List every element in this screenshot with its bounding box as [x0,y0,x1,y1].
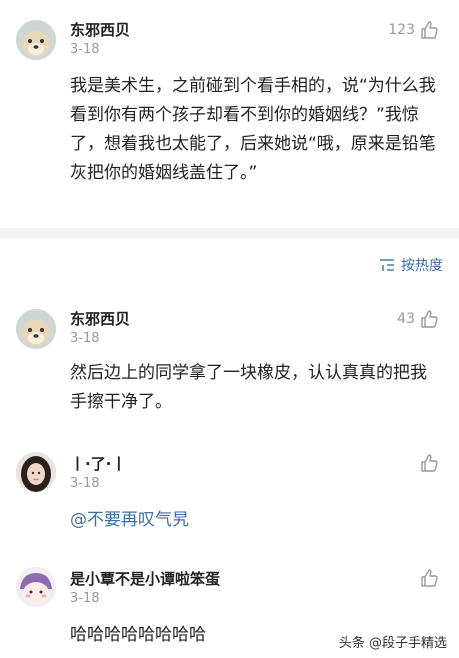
sort-by-hot-button[interactable]: 按热度 [379,255,443,275]
comment-date: 3-18 [70,591,100,606]
dog-avatar-icon [16,309,56,349]
thumbs-up-icon [421,569,438,587]
comment-date: 3-18 [70,42,100,57]
comment-date: 3-18 [70,331,100,346]
comment-main: 东邪西贝 3-18 123 我是美术生，之前碰到个看手相的，说“为什么我看到你有… [0,0,459,228]
like-count: 123 [388,22,415,38]
cartoon-avatar-icon [16,567,56,607]
avatar[interactable] [16,452,56,492]
username[interactable]: 东邪西贝 [70,19,130,40]
comment-text: 我是美术生，之前碰到个看手相的，说“为什么我看到你有两个孩子却看不到你的婚姻线？… [70,76,436,183]
sort-label: 按热度 [401,258,443,274]
like-count: 43 [397,311,415,327]
avatar[interactable] [16,309,56,349]
avatar[interactable] [16,20,56,60]
girl-avatar-icon [16,452,56,492]
comment-date: 3-18 [70,476,100,491]
reply-item: 丨·了·丨 3-18 @不要再叹气旯 [0,440,459,550]
like-button[interactable] [415,452,439,474]
mention-link[interactable]: @不要再叹气旯 [70,506,440,535]
reply-item: 东邪西贝 3-18 43 然后边上的同学拿了一块橡皮，认认真真的把我手擦干净了。 [0,295,459,430]
username[interactable]: 是小覃不是小谭啦笨蛋 [70,568,220,589]
thumbs-up-icon [421,310,438,328]
thumbs-up-icon [421,454,438,472]
like-button[interactable]: 123 [388,19,439,41]
like-button[interactable] [415,567,439,589]
avatar[interactable] [16,567,56,607]
like-button[interactable]: 43 [397,308,439,330]
comment-text: 然后边上的同学拿了一块橡皮，认认真真的把我手擦干净了。 [70,363,427,412]
thumbs-up-icon [421,21,438,39]
dog-avatar-icon [16,20,56,60]
username[interactable]: 丨·了·丨 [70,453,126,474]
watermark: 头条 @段子手精选 [336,632,449,651]
section-divider [0,228,459,238]
sort-icon [380,259,394,271]
username[interactable]: 东邪西贝 [70,308,130,329]
